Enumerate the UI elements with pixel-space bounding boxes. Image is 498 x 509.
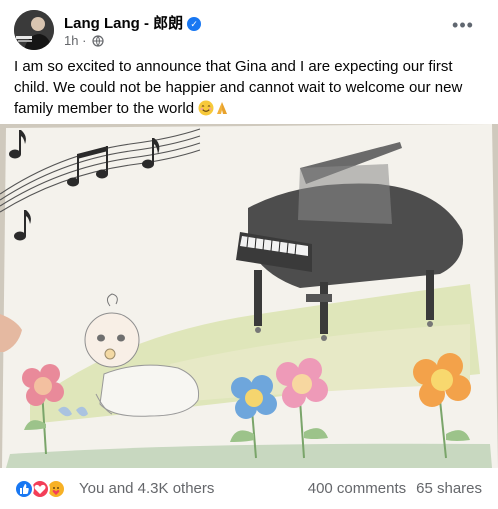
author-avatar[interactable]: [14, 10, 54, 50]
like-icon: [14, 479, 34, 499]
verified-badge-icon: ✓: [187, 17, 202, 31]
globe-icon: [92, 35, 104, 47]
author-name-text[interactable]: Lang Lang - 郎朗: [64, 15, 183, 32]
post-meta: 1h ·: [64, 33, 104, 48]
post-footer: You and 4.3K others 400 comments 65 share…: [14, 474, 488, 504]
more-options-button[interactable]: •••: [450, 15, 476, 44]
post-text: I am so excited to announce that Gina an…: [14, 56, 488, 119]
author-name[interactable]: Lang Lang - 郎朗 ✓: [64, 12, 202, 33]
reactions-count[interactable]: You and 4.3K others: [79, 480, 214, 497]
facebook-post: Lang Lang - 郎朗 ✓ 1h · ••• I am so excited…: [0, 0, 498, 509]
baby-piano-drawing: [0, 124, 498, 468]
post-stats: 400 comments 65 shares: [298, 480, 482, 497]
post-body-text: I am so excited to announce that Gina an…: [14, 58, 463, 117]
post-time[interactable]: 1h: [64, 33, 78, 48]
shares-count[interactable]: 65 shares: [416, 480, 482, 497]
more-horizontal-icon: •••: [452, 15, 474, 35]
comments-count[interactable]: 400 comments: [308, 480, 406, 497]
folded-hands-emoji: [217, 102, 228, 114]
post-header: Lang Lang - 郎朗 ✓ 1h · •••: [14, 8, 488, 50]
reaction-icons[interactable]: [14, 479, 76, 499]
smiling-face-emoji: [198, 100, 214, 116]
avatar-photo: [14, 10, 54, 50]
post-photo[interactable]: [0, 124, 498, 468]
meta-separator: ·: [82, 33, 87, 48]
